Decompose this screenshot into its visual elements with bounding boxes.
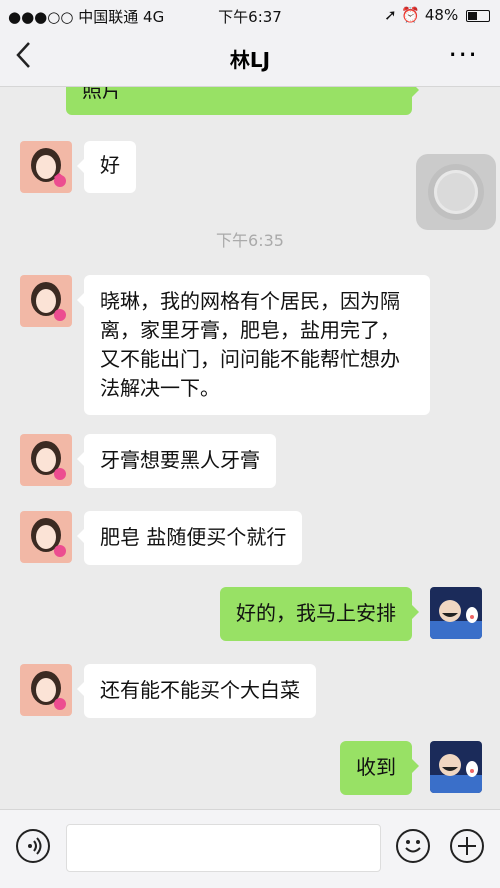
message-bubble[interactable]: 好的，我马上安排 [220, 587, 419, 641]
emoji-button[interactable] [396, 829, 430, 863]
voice-button[interactable] [16, 829, 50, 863]
message-input[interactable] [66, 824, 381, 872]
contact-avatar[interactable] [20, 511, 72, 563]
more-button[interactable]: ··· [448, 38, 478, 71]
message-bubble[interactable]: 晓琳，我的网格有个居民，因为隔离，家里牙膏，肥皂，盐用完了，又不能出门，问问能不… [77, 275, 430, 415]
contact-avatar[interactable] [20, 275, 72, 327]
message-bubble[interactable]: 还有能不能买个大白菜 [77, 664, 316, 718]
emoji-icon [405, 840, 421, 853]
user-avatar[interactable] [430, 741, 482, 793]
user-avatar[interactable] [430, 587, 482, 639]
floating-assistive-button[interactable] [416, 154, 496, 230]
contact-avatar[interactable] [20, 141, 72, 193]
chat-header: 林LJ ··· [0, 30, 500, 87]
contact-avatar[interactable] [20, 664, 72, 716]
assistive-touch-icon [434, 170, 478, 214]
voice-icon [28, 837, 42, 855]
battery-percent: 48% [424, 6, 459, 24]
message-bubble[interactable]: 收到 [340, 741, 419, 795]
chat-input-bar [0, 809, 500, 888]
plus-icon [458, 837, 476, 855]
plus-button[interactable] [450, 829, 484, 863]
chat-title: 林LJ [229, 48, 271, 72]
partial-message-bubble: 照片 [66, 87, 419, 115]
message-bubble[interactable]: 牙膏想要黑人牙膏 [77, 434, 276, 488]
message-bubble[interactable]: 好 [77, 141, 136, 193]
location-alarm-icon: ➚ ⏰ [384, 6, 421, 24]
contact-avatar[interactable] [20, 434, 72, 486]
message-timestamp: 下午6:35 [216, 231, 284, 250]
status-bar: ●●●○○ 中国联通 4G 下午6:37 ➚ ⏰ 48% [0, 0, 500, 30]
message-list[interactable]: 照片 好 下午6:35 晓琳，我的网格有个居民，因为隔离，家里牙膏，肥皂，盐用完… [0, 87, 500, 809]
battery-icon [466, 9, 490, 22]
message-bubble[interactable]: 肥皂 盐随便买个就行 [76, 511, 303, 565]
